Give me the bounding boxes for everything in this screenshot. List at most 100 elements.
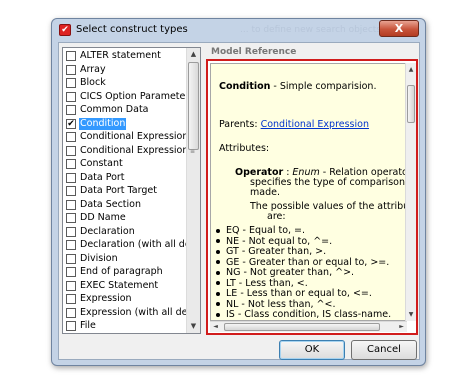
item-label: Data Port Target	[80, 185, 157, 196]
reference-scroll-down-icon[interactable]: ▼	[406, 308, 416, 321]
bullet-icon	[216, 228, 220, 233]
value-text: LT - Less than, <.	[226, 277, 308, 289]
value-text: GE - Greater than or equal to, >=.	[226, 256, 390, 268]
value-text: LE - Less than or equal to, <=.	[226, 288, 372, 299]
list-item[interactable]: Data Port Target	[66, 185, 188, 197]
list-item[interactable]: DD Name	[66, 212, 188, 224]
list-item[interactable]: EXEC Statement	[66, 280, 188, 292]
value-text: NL - Not less than, ^<.	[226, 298, 336, 310]
list-item[interactable]: ✔ Condition	[66, 117, 188, 130]
item-checkbox[interactable]	[66, 186, 76, 196]
item-checkbox[interactable]	[66, 64, 76, 75]
item-label: Data Port	[80, 171, 125, 183]
item-label: EXEC Statement	[80, 279, 159, 291]
list-item[interactable]: Block	[66, 77, 188, 89]
list-item[interactable]: Expression	[66, 293, 188, 305]
close-button[interactable]: X	[379, 20, 419, 37]
item-checkbox[interactable]	[66, 294, 76, 304]
item-label: Division	[80, 252, 118, 264]
item-checkbox[interactable]	[66, 240, 76, 250]
list-item[interactable]: End of paragraph	[66, 266, 188, 278]
item-label: Block	[80, 77, 106, 88]
bullet-icon	[216, 249, 220, 254]
window-title: Select construct types	[76, 24, 188, 35]
value-item: LE - Less than or equal to, <=.	[216, 289, 372, 299]
item-label: File	[80, 320, 96, 331]
item-label: Conditional Expression (…	[80, 144, 201, 156]
list-item[interactable]: Array	[66, 64, 188, 76]
item-label: Expression	[80, 293, 132, 304]
parents-label: Parents:	[219, 119, 261, 130]
item-checkbox[interactable]	[66, 132, 76, 142]
item-checkbox[interactable]	[66, 199, 76, 210]
parents-link[interactable]: Conditional Expression	[261, 119, 369, 130]
item-label: DD Name	[80, 212, 126, 223]
list-scrollbar[interactable]: ▲ ≡ ▼	[186, 48, 200, 333]
construct-type-list[interactable]: ALTER statement Array Block CICS Option Par…	[62, 47, 201, 334]
construct-description: Condition - Simple comparision.	[219, 82, 376, 92]
item-checkbox[interactable]	[66, 253, 76, 264]
reference-horizontal-scrollbar[interactable]: ◄ ►	[210, 321, 407, 332]
item-checkbox[interactable]	[66, 267, 76, 277]
scroll-up-arrow-icon[interactable]: ▲	[187, 48, 200, 61]
cancel-button[interactable]: Cancel	[351, 340, 417, 360]
dialog-body: ALTER statement Array Block CICS Option Par…	[58, 42, 420, 360]
list-item[interactable]: Constant	[66, 158, 188, 170]
item-label: Array	[80, 63, 106, 75]
list-item[interactable]: CICS Option Parameter	[66, 90, 190, 103]
item-checkbox[interactable]	[66, 321, 76, 331]
bullet-icon	[216, 281, 220, 285]
window-title-ghost: ... to define new search objects...	[240, 25, 390, 35]
bullet-icon	[216, 312, 220, 317]
scroll-grip-icon: ≡	[190, 148, 196, 155]
list-item[interactable]: Common Data	[66, 104, 188, 116]
construct-name: Condition	[219, 81, 271, 92]
item-checkbox[interactable]	[66, 226, 76, 237]
list-item[interactable]: Data Section	[66, 199, 188, 211]
select-construct-types-dialog: ✔ Select construct types ... to define n…	[51, 18, 426, 366]
item-checkbox[interactable]	[66, 105, 76, 115]
item-label: ALTER statement	[80, 50, 161, 61]
reference-scroll-up-icon[interactable]: ▲	[406, 63, 416, 76]
reference-vertical-scrollbar[interactable]: ▲ ▼	[405, 63, 416, 321]
list-item[interactable]: Division	[66, 253, 188, 265]
item-label: End of paragraph	[80, 266, 163, 277]
operator-desc-3: made.	[250, 187, 280, 198]
list-item[interactable]: File	[66, 320, 188, 332]
list-item[interactable]: ALTER statement	[66, 50, 188, 62]
reference-vscroll-thumb[interactable]	[407, 85, 415, 123]
attributes-label: Attributes:	[219, 143, 270, 154]
list-item[interactable]: Conditional Expression	[66, 131, 188, 143]
item-label: Conditional Expression	[80, 131, 189, 142]
item-checkbox[interactable]	[66, 145, 76, 156]
list-item[interactable]: Declaration (with all desc…	[66, 239, 200, 251]
scroll-down-arrow-icon[interactable]: ▼	[187, 320, 200, 333]
ok-button[interactable]: OK	[279, 340, 345, 360]
item-checkbox[interactable]: ✔	[66, 118, 76, 129]
list-item[interactable]: Declaration	[66, 226, 188, 238]
item-label: CICS Option Parameter	[80, 90, 190, 102]
bullet-icon	[216, 302, 220, 306]
title-bar[interactable]: ✔ Select construct types ... to define n…	[52, 19, 425, 41]
item-checkbox[interactable]	[66, 213, 76, 223]
bullet-icon	[216, 260, 220, 264]
value-item: IS - Class condition, IS class-name.	[216, 310, 391, 320]
list-item[interactable]: Expression (with all desc…	[66, 307, 200, 319]
item-checkbox[interactable]	[66, 159, 76, 169]
app-checkbox-icon: ✔	[59, 24, 71, 36]
list-scroll-thumb[interactable]	[188, 62, 199, 150]
value-item: GT - Greater than, >.	[216, 247, 326, 257]
item-checkbox[interactable]	[66, 91, 76, 102]
list-item[interactable]: Conditional Expression (…	[66, 145, 200, 157]
item-checkbox[interactable]	[66, 172, 76, 183]
item-checkbox[interactable]	[66, 78, 76, 88]
reference-scroll-left-icon[interactable]: ◄	[210, 320, 221, 333]
item-checkbox[interactable]	[66, 51, 76, 61]
item-checkbox[interactable]	[66, 280, 76, 291]
reference-hscroll-thumb[interactable]	[224, 323, 380, 331]
list-item[interactable]: Data Port	[66, 172, 188, 184]
value-item: NE - Not equal to, ^=.	[216, 236, 332, 247]
reference-scroll-right-icon[interactable]: ►	[396, 320, 407, 333]
item-checkbox[interactable]	[66, 307, 76, 318]
value-item: GE - Greater than or equal to, >=.	[216, 256, 390, 268]
